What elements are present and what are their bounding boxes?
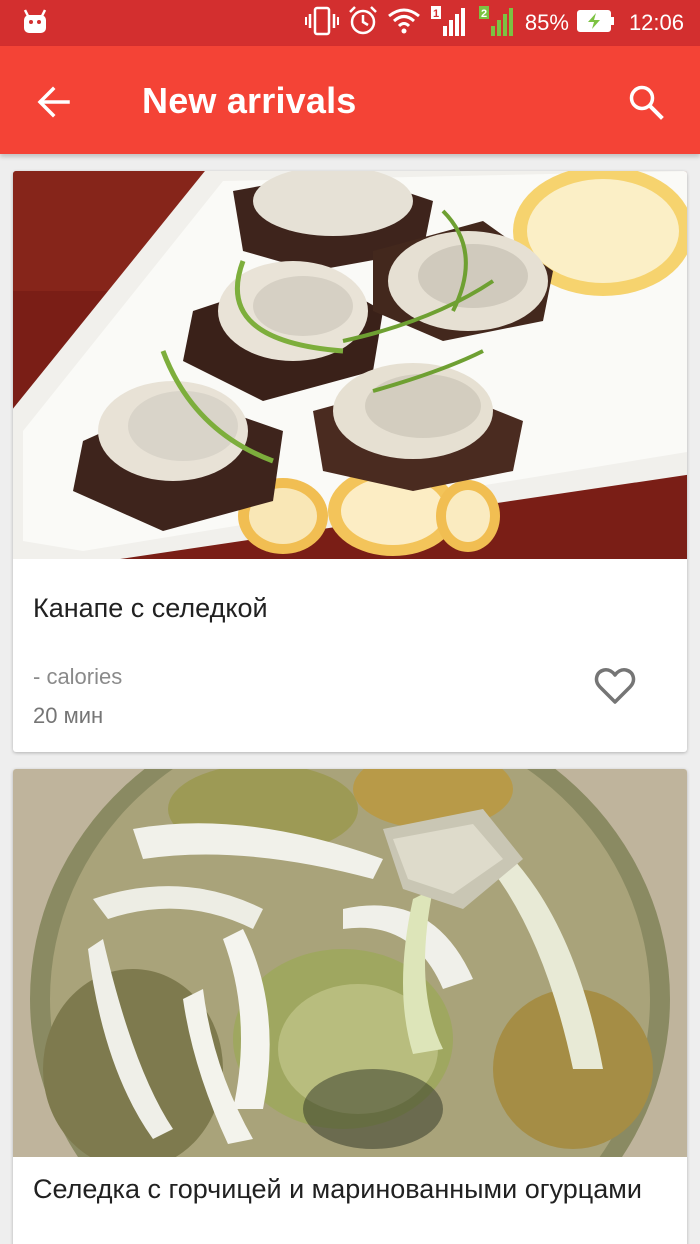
search-button[interactable] bbox=[618, 74, 674, 130]
search-icon bbox=[629, 85, 664, 120]
alarm-icon bbox=[347, 5, 379, 42]
arrow-back-icon bbox=[37, 86, 70, 118]
app-bar: New arrivals bbox=[0, 46, 700, 154]
recipe-image[interactable] bbox=[13, 769, 687, 1157]
recipe-image[interactable] bbox=[13, 171, 687, 559]
page-title: New arrivals bbox=[142, 80, 357, 121]
clock: 12:06 bbox=[628, 10, 684, 35]
favorite-button[interactable] bbox=[591, 662, 639, 710]
signal-icon: 2 bbox=[477, 4, 517, 43]
back-button[interactable] bbox=[26, 74, 82, 130]
recipe-calories: - calories bbox=[33, 664, 123, 689]
recipe-title[interactable]: Канапе с селедкой bbox=[33, 592, 667, 625]
sim1-label: 1 bbox=[433, 8, 439, 20]
recipe-title[interactable]: Селедка с горчицей и маринованными огурц… bbox=[33, 1173, 667, 1206]
recipe-card[interactable]: Канапе с селедкой - calories 20 мин bbox=[13, 171, 687, 752]
wifi-icon bbox=[387, 7, 421, 40]
battery-charging-icon bbox=[576, 9, 615, 38]
recipe-card[interactable]: Селедка с горчицей и маринованными огурц… bbox=[13, 769, 687, 1244]
recipe-feed[interactable]: Канапе с селедкой - calories 20 мин Селе… bbox=[0, 154, 700, 1244]
sim2-label: 2 bbox=[481, 8, 487, 20]
android-icon bbox=[22, 9, 48, 40]
recipe-time: 20 мин bbox=[33, 703, 104, 728]
heart-outline-icon bbox=[594, 668, 636, 704]
battery-percent: 85% bbox=[524, 10, 569, 35]
signal-icon: 1 bbox=[429, 4, 469, 43]
vibrate-icon bbox=[304, 6, 339, 41]
status-bar: 1 2 85% 12:06 bbox=[0, 0, 700, 46]
